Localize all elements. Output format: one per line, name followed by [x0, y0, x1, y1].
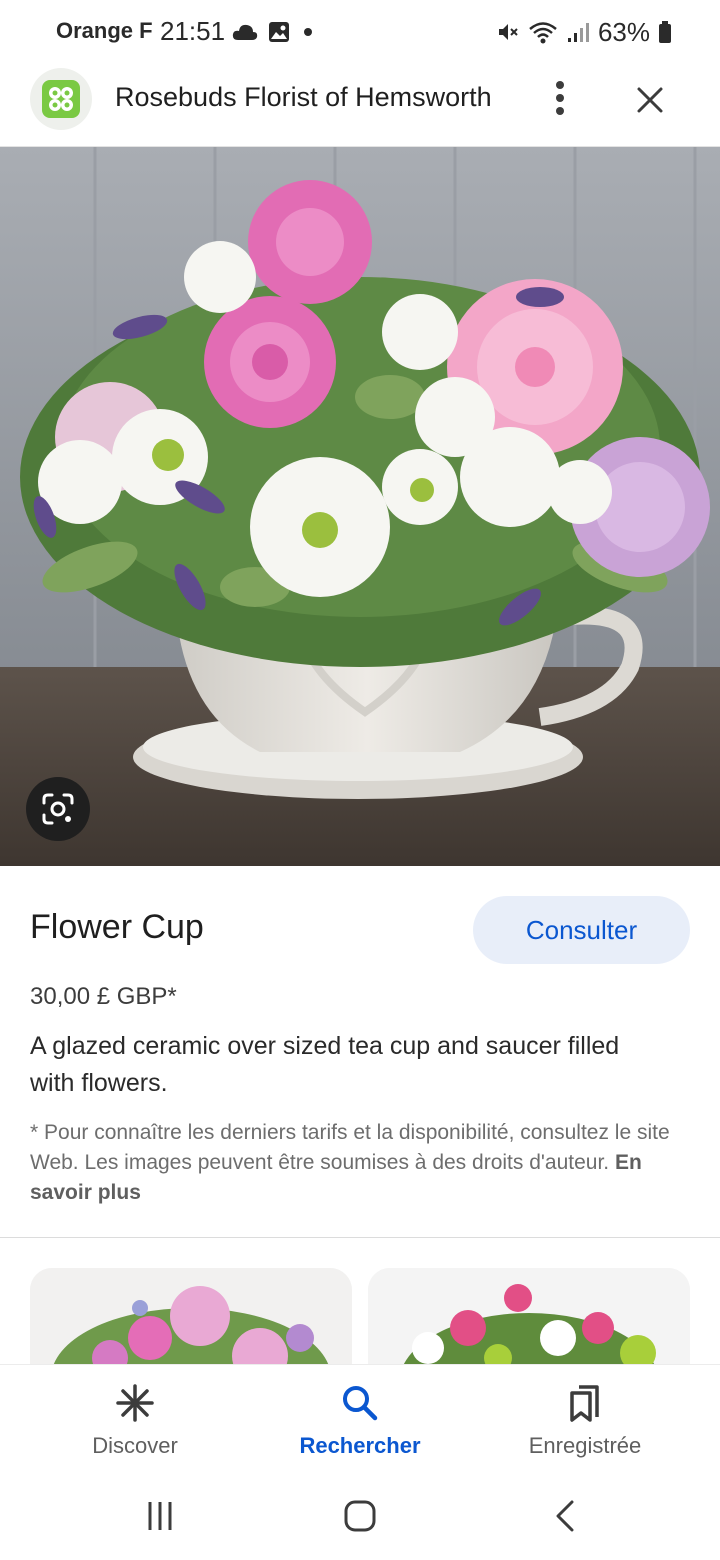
product-description: A glazed ceramic over sized tea cup and … [30, 1032, 620, 1097]
nav-saved[interactable]: Enregistrée [485, 1365, 685, 1471]
carrier-label: Orange F [56, 18, 153, 43]
bookmarks-icon [570, 1385, 599, 1422]
more-vert-icon [556, 81, 564, 115]
nav-discover[interactable]: Discover [35, 1365, 235, 1471]
gallery-icon [269, 22, 289, 42]
nav-label-discover: Discover [92, 1433, 178, 1458]
product-title: Flower Cup [30, 908, 204, 946]
bottom-navigation: Discover Rechercher Enregistrée [0, 1364, 720, 1471]
flower-cup-photo [0, 147, 720, 866]
consult-button[interactable]: Consulter [473, 896, 690, 964]
cloud-icon [232, 24, 258, 40]
related-product-image [30, 1268, 352, 1364]
site-title[interactable]: Rosebuds Florist of Hemsworth [115, 82, 492, 113]
dot-icon [304, 28, 312, 36]
signal-icon [567, 23, 589, 42]
clock: 21:51 [160, 16, 226, 46]
battery-icon [659, 21, 671, 43]
related-product-card[interactable] [368, 1268, 690, 1364]
wifi-icon [529, 22, 557, 44]
related-product-card[interactable] [30, 1268, 352, 1364]
close-icon [637, 87, 663, 113]
nav-label-search: Rechercher [299, 1433, 421, 1458]
asterisk-icon [116, 1384, 154, 1422]
product-price: 30,00 £ GBP* [30, 983, 177, 1010]
home-icon [344, 1500, 376, 1532]
florist-logo-icon [42, 80, 80, 118]
lens-search-button[interactable] [26, 777, 90, 841]
battery-percent: 63% [597, 16, 650, 47]
site-favicon [30, 68, 92, 130]
price-disclaimer: * Pour connaître les derniers tarifs et … [30, 1118, 690, 1208]
more-options-button[interactable] [540, 78, 580, 118]
home-button[interactable] [330, 1496, 390, 1536]
status-bar: Orange F 21:51 63% [0, 0, 720, 64]
back-icon [556, 1500, 574, 1532]
product-image[interactable] [0, 147, 720, 866]
recents-icon [148, 1502, 172, 1530]
disclaimer-text: * Pour connaître les derniers tarifs et … [30, 1121, 670, 1174]
nav-search[interactable]: Rechercher [260, 1365, 460, 1471]
lens-icon [42, 793, 74, 825]
nav-label-saved: Enregistrée [528, 1433, 642, 1458]
app-bar: Rosebuds Florist of Hemsworth [0, 64, 720, 147]
system-navigation-bar [0, 1470, 720, 1560]
notification-icons [232, 18, 316, 46]
section-divider [0, 1237, 720, 1238]
recents-button[interactable] [130, 1496, 190, 1536]
search-icon [343, 1386, 378, 1421]
related-product-image [368, 1268, 690, 1364]
back-button[interactable] [535, 1496, 595, 1536]
close-button[interactable] [628, 78, 672, 122]
mute-icon [498, 24, 518, 40]
